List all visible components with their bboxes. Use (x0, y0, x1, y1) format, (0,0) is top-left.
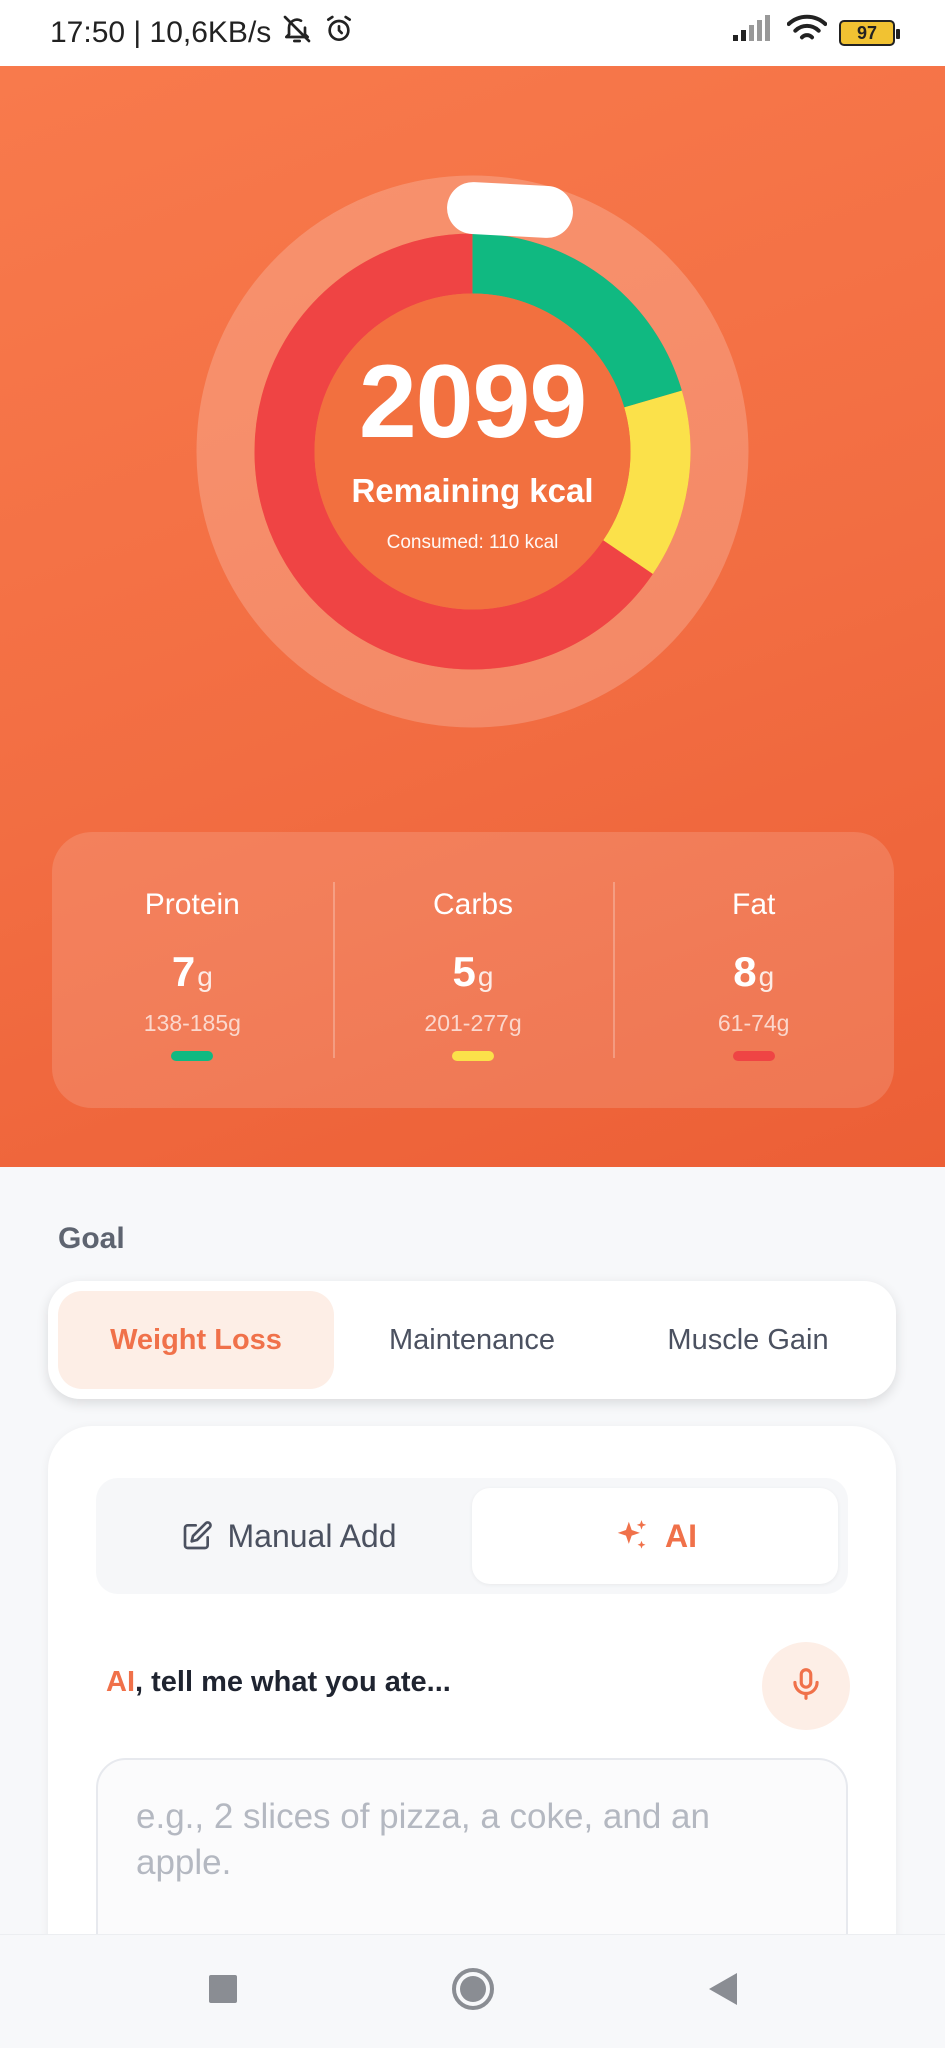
macro-carbs: Carbs 5g 201-277g (332, 832, 614, 1108)
manual-add-button[interactable]: Manual Add (106, 1488, 472, 1584)
macro-amount: 8 (733, 948, 757, 995)
manual-add-label: Manual Add (227, 1517, 397, 1554)
system-nav-bar (0, 1934, 945, 2048)
battery-level: 97 (856, 22, 878, 43)
sparkles-icon (613, 1517, 651, 1555)
battery-icon: 97 (839, 20, 900, 46)
macro-color-bar (732, 1051, 775, 1061)
calorie-ring: 2099 Remaining kcal Consumed: 110 kcal (195, 174, 750, 729)
voice-input-button[interactable] (762, 1642, 850, 1730)
macro-name: Protein (144, 888, 240, 921)
food-description-placeholder: e.g., 2 slices of pizza, a coke, and an … (136, 1797, 710, 1882)
macro-value: 8g (733, 948, 774, 996)
macro-unit: g (477, 961, 494, 992)
home-button[interactable] (448, 1967, 498, 2017)
ai-mode-label: AI (665, 1517, 697, 1554)
status-time-speed: 17:50 | 10,6KB/s (50, 16, 272, 49)
home-circle-icon (451, 1967, 495, 2016)
goal-label: Goal (58, 1222, 125, 1255)
recent-apps-button[interactable] (198, 1967, 248, 2017)
alarm-icon (323, 13, 355, 53)
ai-prompt-text: , tell me what you ate... (135, 1666, 451, 1698)
macro-range: 138-185g (143, 1010, 241, 1036)
ai-prompt-accent: AI (106, 1666, 135, 1698)
ai-prompt-label: AI, tell me what you ate... (106, 1666, 451, 1699)
ring-center: 2099 Remaining kcal Consumed: 110 kcal (195, 174, 750, 729)
remaining-kcal-value: 2099 (358, 343, 587, 460)
signal-icon (731, 15, 775, 51)
goal-tab-maintenance[interactable]: Maintenance (334, 1291, 610, 1389)
back-triangle-icon (707, 1972, 739, 2011)
macro-value: 5g (453, 948, 494, 996)
ai-mode-button[interactable]: AI (472, 1488, 838, 1584)
square-icon (208, 1974, 238, 2009)
macro-card: Protein 7g 138-185g Carbs 5g 201-277g Fa… (52, 832, 894, 1108)
back-button[interactable] (698, 1967, 748, 2017)
goal-tab-muscle-gain[interactable]: Muscle Gain (610, 1291, 886, 1389)
goal-tab-weight-loss[interactable]: Weight Loss (58, 1291, 334, 1389)
macro-amount: 7 (171, 948, 196, 995)
goal-selector: Weight Loss Maintenance Muscle Gain (48, 1281, 896, 1399)
status-bar: 17:50 | 10,6KB/s 97 (0, 0, 945, 66)
calorie-summary: 2099 Remaining kcal Consumed: 110 kcal P… (0, 66, 945, 1167)
macro-value: 7g (172, 948, 213, 996)
macro-unit: g (197, 961, 213, 992)
macro-amount: 5 (452, 948, 476, 995)
macro-fat: Fat 8g 61-74g (613, 832, 894, 1108)
macro-unit: g (758, 961, 775, 992)
edit-icon (181, 1520, 213, 1552)
consumed-kcal-text: Consumed: 110 kcal (386, 531, 559, 553)
macro-color-bar (452, 1051, 494, 1061)
microphone-icon (787, 1665, 825, 1708)
add-mode-switch: Manual Add AI (96, 1478, 848, 1594)
wifi-icon (786, 14, 828, 52)
macro-color-bar (171, 1051, 214, 1061)
bell-off-icon (281, 13, 313, 53)
macro-name: Fat (732, 888, 776, 921)
remaining-kcal-label: Remaining kcal (351, 471, 594, 509)
macro-range: 61-74g (717, 1010, 790, 1036)
macro-protein: Protein 7g 138-185g (52, 832, 333, 1108)
macro-range: 201-277g (424, 1010, 522, 1036)
macro-name: Carbs (432, 888, 514, 921)
